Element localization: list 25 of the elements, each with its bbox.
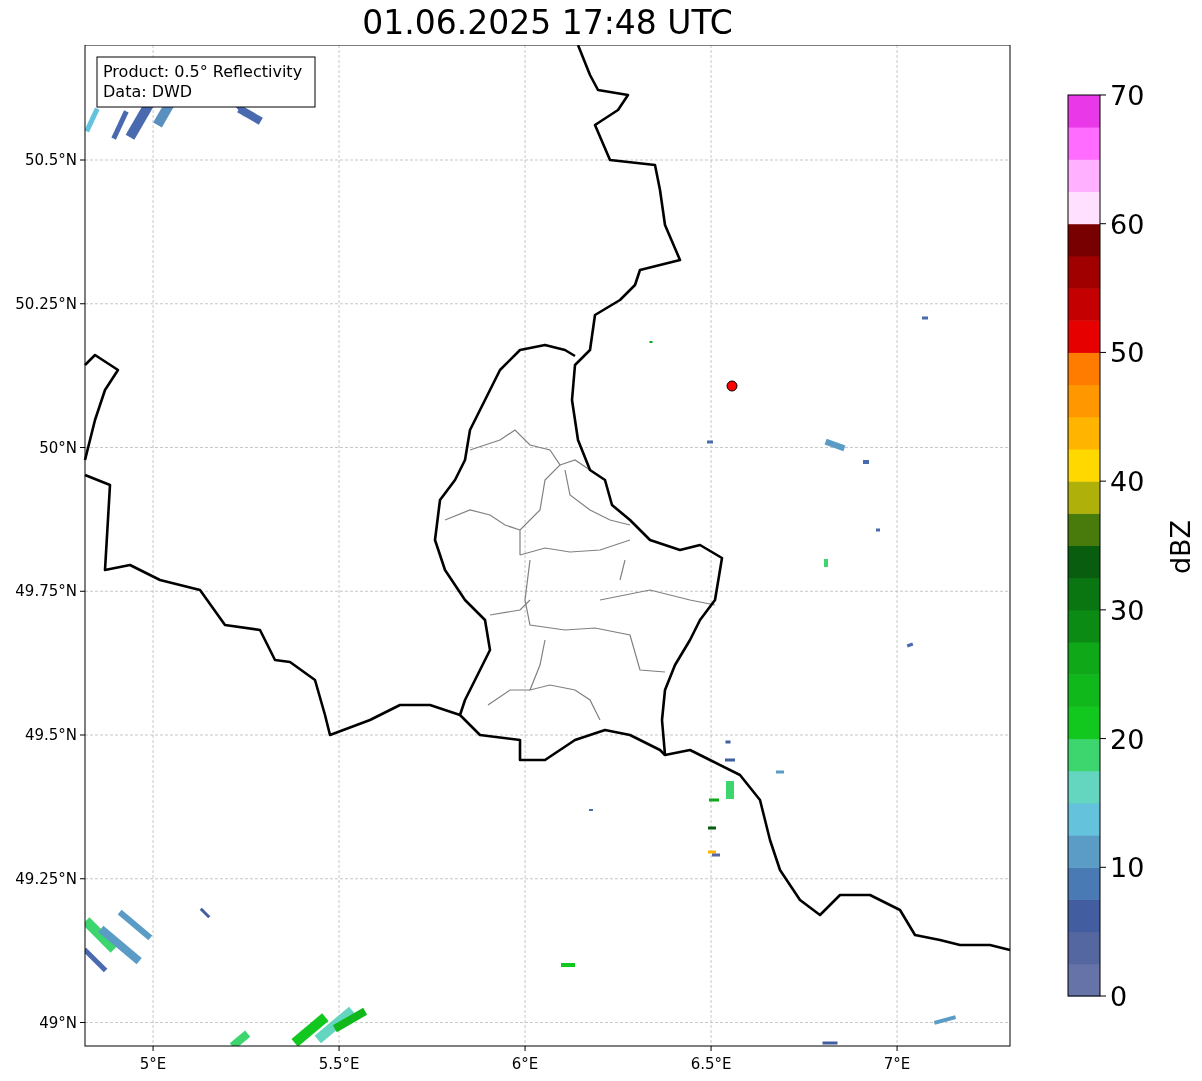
- colorbar-tick-label: 10: [1110, 852, 1145, 884]
- colorbar-tick-label: 0: [1110, 981, 1128, 1012]
- colorbar-tick-label: 20: [1110, 723, 1145, 755]
- x-tick-label: 6°E: [511, 1055, 539, 1073]
- x-tick-label: 5°E: [139, 1055, 167, 1073]
- y-tick-label: 50.5°N: [24, 151, 77, 169]
- colorbar-tick-label: 70: [1110, 80, 1145, 111]
- colorbar-tick-label: 30: [1110, 594, 1145, 626]
- colorbar-tick-label: 40: [1110, 466, 1145, 498]
- chart-title: 01.06.2025 17:48 UTC: [362, 2, 733, 43]
- y-tick-label: 50.25°N: [15, 294, 77, 313]
- legend-text: Data: DWD: [103, 82, 193, 101]
- x-tick-label: 5.5°E: [318, 1055, 360, 1073]
- colorbar-label: dBZ: [1165, 519, 1196, 575]
- x-tick-label: 6.5°E: [690, 1055, 732, 1073]
- legend-text: Product: 0.5° Reflectivity: [103, 62, 303, 81]
- radar-site-marker: [726, 380, 738, 392]
- y-tick-label: 49.5°N: [24, 726, 77, 744]
- y-tick-label: 49.75°N: [15, 582, 77, 601]
- colorbar-tick-label: 50: [1110, 337, 1145, 369]
- y-tick-label: 50°N: [39, 438, 77, 457]
- colorbar-tick-label: 60: [1110, 208, 1145, 240]
- x-tick-label: 7°E: [883, 1055, 911, 1073]
- y-tick-label: 49°N: [39, 1013, 77, 1032]
- y-tick-label: 49.25°N: [15, 869, 77, 888]
